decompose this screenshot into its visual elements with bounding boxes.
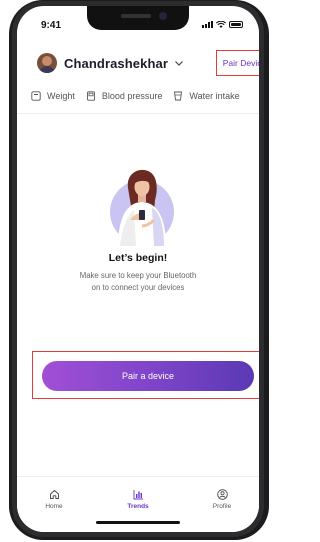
nav-label: Profile (212, 503, 232, 510)
nav-label: Home (45, 503, 63, 510)
avatar[interactable] (37, 53, 57, 73)
bp-monitor-icon (86, 91, 95, 101)
nav-home[interactable]: Home (29, 489, 79, 510)
pair-device-link[interactable]: Pair Device (216, 50, 259, 76)
metric-label: Weight (47, 91, 75, 101)
nav-profile[interactable]: Profile (197, 489, 247, 510)
header-divider (17, 113, 259, 114)
bar-chart-icon (133, 490, 143, 500)
metric-tabs: Weight Blood pressure Water intake (31, 91, 251, 101)
app-screen: 9:41 Chandrashekhar Pair Device Weight (17, 6, 259, 532)
tab-weight[interactable]: Weight (31, 91, 75, 101)
wifi-icon (216, 21, 226, 28)
home-icon (49, 490, 59, 499)
description-line-2: on to connect your devices (91, 283, 185, 292)
empty-state-description: Make sure to keep your Bluetooth on to c… (57, 270, 219, 294)
home-indicator (96, 521, 180, 524)
metric-label: Water intake (189, 91, 240, 101)
woman-with-phone-illustration (110, 169, 174, 246)
header: Chandrashekhar Pair Device (37, 50, 259, 76)
speaker-grille (121, 14, 151, 18)
tab-water-intake[interactable]: Water intake (173, 91, 240, 101)
status-time: 9:41 (41, 20, 62, 31)
nav-trends[interactable]: Trends (113, 489, 163, 510)
nav-label: Trends (127, 503, 149, 510)
chevron-down-icon[interactable] (174, 58, 184, 68)
username[interactable]: Chandrashekhar (64, 56, 168, 71)
status-icons (202, 21, 243, 28)
front-camera (159, 12, 167, 20)
metric-label: Blood pressure (101, 91, 163, 101)
battery-icon (229, 21, 243, 28)
notch (87, 6, 189, 30)
profile-icon (216, 489, 228, 500)
description-line-1: Make sure to keep your Bluetooth (79, 271, 197, 280)
empty-state-title: Let’s begin! (108, 252, 168, 264)
scale-icon (31, 91, 41, 101)
pair-device-button[interactable]: Pair a device (42, 361, 254, 391)
water-glass-icon (174, 91, 183, 101)
tab-blood-pressure[interactable]: Blood pressure (86, 91, 163, 101)
cellular-signal-icon (202, 21, 213, 28)
